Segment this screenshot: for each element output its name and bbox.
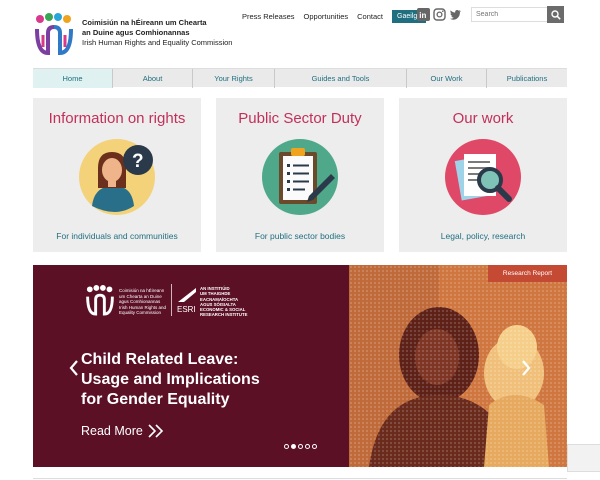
svg-text:in: in bbox=[419, 11, 426, 20]
org-name-en: Irish Human Rights and Equality Commissi… bbox=[82, 38, 233, 47]
press-releases-link[interactable]: Press Releases bbox=[242, 12, 295, 21]
opportunities-link[interactable]: Opportunities bbox=[304, 12, 349, 21]
read-more-link[interactable]: Read More bbox=[81, 424, 165, 438]
clipboard-checklist-icon bbox=[262, 139, 338, 215]
page: Coimisiún na hÉireann um Chearta an Duin… bbox=[0, 0, 600, 480]
footer-divider bbox=[33, 478, 567, 479]
slider-dot[interactable] bbox=[312, 444, 317, 449]
nav-home[interactable]: Home bbox=[33, 69, 113, 88]
twitter-icon[interactable] bbox=[449, 8, 462, 21]
card-subtitle: For individuals and communities bbox=[56, 231, 178, 241]
slider-prev-icon[interactable] bbox=[68, 360, 80, 376]
card-our-work[interactable]: Our work Legal, policy, research bbox=[399, 98, 567, 252]
contact-link[interactable]: Contact bbox=[357, 12, 383, 21]
slider-next-icon[interactable] bbox=[520, 360, 532, 376]
slider-dot[interactable] bbox=[284, 444, 289, 449]
partner1-line: Equality Commission bbox=[119, 310, 162, 315]
esri-mark: ESRI bbox=[177, 305, 196, 314]
social-links: in bbox=[417, 8, 462, 21]
slider-dot[interactable] bbox=[305, 444, 310, 449]
slider-dots bbox=[284, 444, 317, 449]
ihrec-logo-white-icon bbox=[86, 285, 114, 316]
hero-title-line: Usage and Implications bbox=[81, 371, 260, 388]
research-report-badge: Research Report bbox=[488, 265, 567, 282]
svg-text:?: ? bbox=[132, 151, 144, 172]
esri-logo-icon: ESRI bbox=[177, 288, 196, 314]
read-more-label: Read More bbox=[81, 424, 143, 438]
hero-photo-parent-child bbox=[349, 265, 567, 467]
card-subtitle: Legal, policy, research bbox=[440, 231, 526, 241]
card-information-on-rights[interactable]: Information on rights ? For individuals … bbox=[33, 98, 201, 252]
nav-our-work[interactable]: Our Work bbox=[407, 69, 487, 88]
card-title: Information on rights bbox=[48, 110, 186, 127]
slider-dot[interactable] bbox=[291, 444, 296, 449]
linkedin-icon[interactable]: in bbox=[417, 8, 430, 21]
esri-partner-text: AN INSTITIÚID UM THAIGHDE EACNAMAÍOCHTA … bbox=[200, 286, 248, 318]
instagram-icon[interactable] bbox=[433, 8, 446, 21]
nav-your-rights[interactable]: Your Rights bbox=[193, 69, 275, 88]
recaptcha-badge[interactable] bbox=[567, 444, 600, 472]
card-subtitle: For public sector bodies bbox=[254, 231, 346, 241]
document-magnifier-icon bbox=[445, 139, 521, 215]
search-button[interactable] bbox=[547, 6, 564, 23]
person-question-icon: ? bbox=[79, 139, 155, 215]
org-name-ga-1: Coimisiún na hÉireann um Chearta bbox=[82, 18, 207, 27]
card-title: Our work bbox=[452, 110, 514, 127]
utility-nav: Press Releases Opportunities Contact Gae… bbox=[242, 10, 434, 23]
partner1-line: Coimisiún na hÉireann bbox=[119, 288, 165, 293]
partner2-line: RESEARCH INSTITUTE bbox=[200, 312, 248, 318]
main-nav: Home About Your Rights Guides and Tools … bbox=[33, 68, 567, 88]
hero-title-line: for Gender Equality bbox=[81, 391, 230, 408]
double-chevron-right-icon bbox=[148, 424, 163, 438]
ihrec-partner-text: Coimisiún na hÉireann um Chearta an Duin… bbox=[119, 288, 166, 316]
search-input[interactable] bbox=[471, 7, 548, 22]
card-title: Public Sector Duty bbox=[238, 110, 362, 127]
nav-publications[interactable]: Publications bbox=[487, 69, 567, 88]
hero-title: Child Related Leave: Usage and Implicati… bbox=[81, 350, 260, 410]
org-name-ga-2: an Duine agus Comhionannas bbox=[82, 28, 190, 37]
ihrec-logo-icon[interactable] bbox=[34, 13, 74, 57]
org-names: Coimisiún na hÉireann um Chearta an Duin… bbox=[82, 18, 232, 48]
partner1-line: agus Comhionannas bbox=[119, 299, 161, 304]
nav-about[interactable]: About bbox=[113, 69, 193, 88]
card-public-sector-duty[interactable]: Public Sector Duty For public sector bod… bbox=[216, 98, 384, 252]
search-icon bbox=[550, 9, 561, 20]
partner-divider bbox=[171, 284, 172, 316]
nav-guides-and-tools[interactable]: Guides and Tools bbox=[275, 69, 407, 88]
hero-title-line: Child Related Leave: bbox=[81, 351, 239, 368]
slider-dot[interactable] bbox=[298, 444, 303, 449]
